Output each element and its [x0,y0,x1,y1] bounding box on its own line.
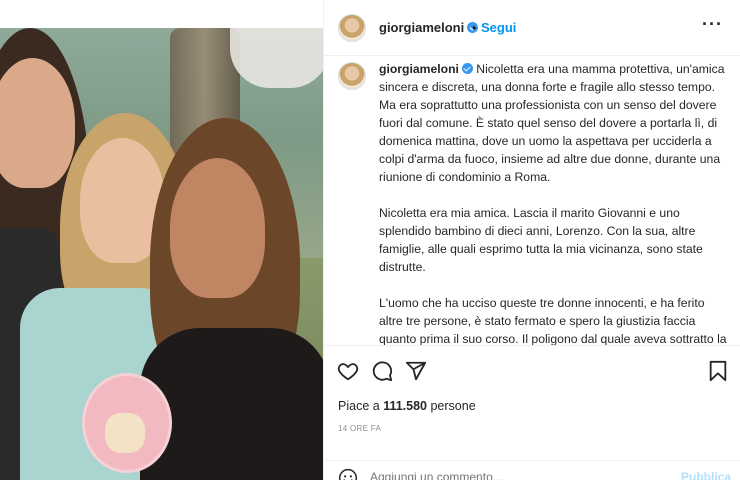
likes-suffix: persone [430,399,476,413]
caption-text: giorgiameloni Nicoletta era una mamma pr… [379,60,729,345]
author-username-text[interactable]: giorgiameloni [379,20,464,35]
publish-button[interactable]: Pubblica [681,470,731,480]
caption-paragraph-2: Nicoletta era mia amica. Lascia il marit… [379,206,703,274]
header-separator: • [472,20,477,35]
author-username[interactable]: giorgiameloni [379,20,479,35]
smiley-icon[interactable] [338,468,358,480]
comment-bar: Pubblica [324,460,740,480]
likes-count[interactable]: Piace a 111.580 persone [338,399,476,413]
caption-paragraph-1-text: Nicoletta era una mamma protettiva, un'a… [379,62,725,184]
paper-plane-icon[interactable] [405,360,427,382]
photo-plate-food [105,413,145,453]
photo-person-right-face [170,158,265,298]
follow-button[interactable]: Segui [481,20,516,35]
post-side-panel: giorgiameloni • Segui ··· giorgiameloni … [323,0,740,480]
comment-input[interactable] [370,470,660,480]
caption-username-text[interactable]: giorgiameloni [379,62,459,76]
more-options-icon[interactable]: ··· [702,14,723,35]
verified-badge-icon [461,63,473,74]
post-photo[interactable] [0,28,323,480]
post-caption: giorgiameloni Nicoletta era una mamma pr… [324,56,740,345]
comment-icon[interactable] [371,360,393,382]
likes-prefix: Piace a [338,399,380,413]
author-avatar[interactable] [338,14,366,42]
caption-author-avatar[interactable] [338,62,366,90]
caption-username[interactable]: giorgiameloni [379,62,473,76]
post-timestamp[interactable]: 14 ORE FA [338,424,381,433]
bookmark-icon[interactable] [708,360,728,382]
likes-number[interactable]: 111.580 [383,399,427,413]
post-header: giorgiameloni • Segui ··· [324,0,740,56]
post-actions-bar [324,345,740,395]
caption-paragraph-1: giorgiameloni Nicoletta era una mamma pr… [379,60,729,186]
heart-icon[interactable] [337,360,359,382]
photo-background-umbrella [230,28,323,88]
caption-paragraph-3: L'uomo che ha ucciso queste tre donne in… [379,296,727,345]
